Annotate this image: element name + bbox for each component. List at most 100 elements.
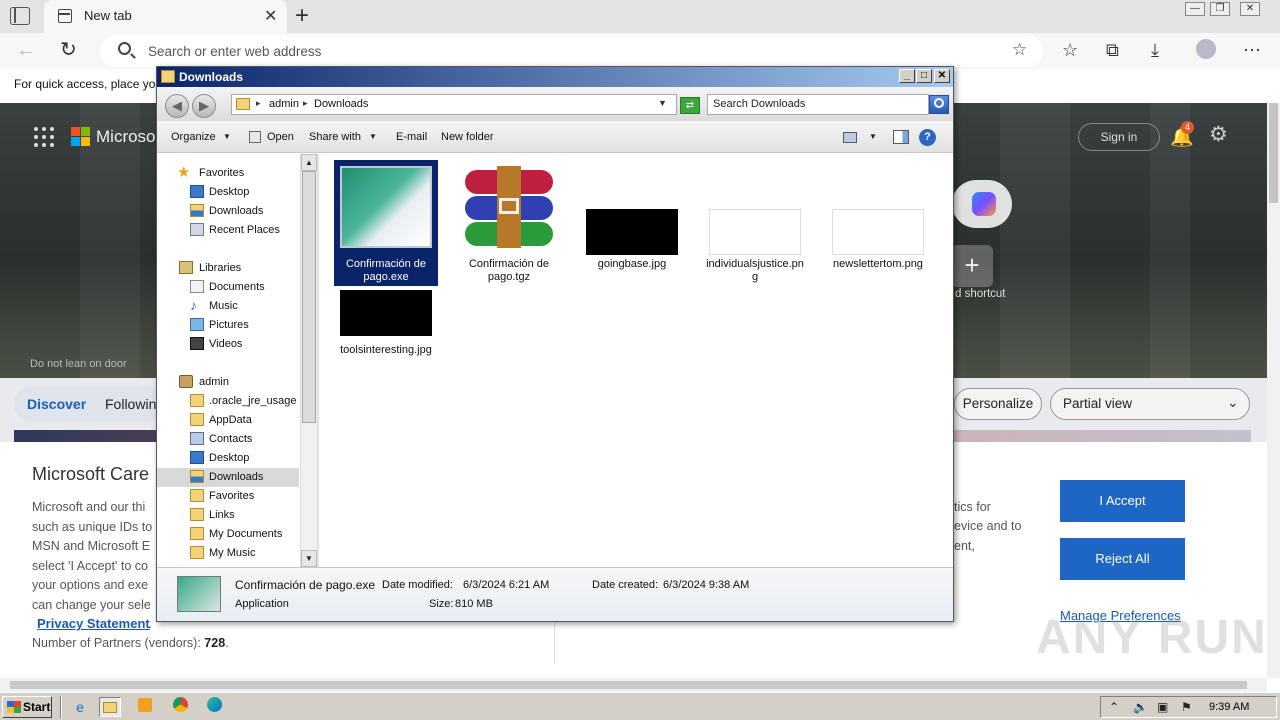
file-item[interactable]: Confirmación de pago.exe <box>334 160 438 286</box>
downloads-icon[interactable]: ⤓ <box>1151 40 1159 61</box>
forward-arrow-icon[interactable]: ▶ <box>192 94 216 118</box>
more-options-icon[interactable]: ⋯ <box>1243 40 1261 61</box>
add-shortcut-button[interactable]: + <box>951 245 993 287</box>
favorites-icon[interactable]: ☆ <box>1062 40 1078 61</box>
view-mode-select[interactable]: Partial view ⌄ <box>1050 388 1250 420</box>
internet-explorer-icon[interactable]: e <box>69 697 91 717</box>
maximize-button[interactable]: □ <box>916 69 932 83</box>
navigation-scrollbar[interactable]: ▲ ▼ <box>300 154 317 567</box>
file-item[interactable]: individualsjustice.png <box>703 160 807 286</box>
nav-user-admin[interactable]: admin <box>157 373 299 392</box>
network-icon[interactable]: ▣ <box>1157 700 1168 714</box>
email-button[interactable]: E-mail <box>396 131 427 143</box>
chevron-down-icon[interactable]: ▼ <box>369 132 377 141</box>
scrollbar-thumb[interactable] <box>1269 103 1278 203</box>
nav-downloads-user[interactable]: Downloads <box>157 468 299 487</box>
nav-documents[interactable]: Documents <box>157 278 299 297</box>
chrome-icon[interactable] <box>169 697 191 717</box>
nav-favorites-user[interactable]: Favorites <box>157 487 299 506</box>
restore-window-button[interactable]: ❐ <box>1210 2 1230 16</box>
scrollbar-thumb[interactable] <box>10 681 1247 689</box>
file-explorer-taskbar-icon[interactable] <box>99 697 121 717</box>
minimize-window-button[interactable]: — <box>1185 2 1205 16</box>
nav-pictures[interactable]: Pictures <box>157 316 299 335</box>
nav-my-documents[interactable]: My Documents <box>157 525 299 544</box>
nav-oracle-jre-usage[interactable]: .oracle_jre_usage <box>157 392 299 411</box>
refresh-icon[interactable]: ↻ <box>60 37 77 62</box>
nav-libraries[interactable]: Libraries <box>157 259 299 278</box>
collections-icon[interactable]: ⧉ <box>1106 40 1119 61</box>
nav-desktop[interactable]: Desktop <box>157 183 299 202</box>
profile-avatar-icon[interactable] <box>1196 39 1216 59</box>
chevron-down-icon[interactable]: ▼ <box>869 132 877 141</box>
organize-button[interactable]: Organize <box>171 131 216 143</box>
breadcrumb[interactable]: ▸ admin ▸ Downloads ▼ <box>231 94 677 115</box>
file-item[interactable]: goingbase.jpg <box>580 160 684 286</box>
reject-all-button[interactable]: Reject All <box>1060 538 1185 580</box>
sidebar-toggle-icon[interactable] <box>10 7 30 25</box>
app-launcher-icon[interactable] <box>34 127 54 147</box>
accept-button[interactable]: I Accept <box>1060 480 1185 522</box>
preview-pane-icon[interactable] <box>893 130 909 144</box>
chevron-right-icon[interactable]: ▸ <box>256 98 261 109</box>
show-hidden-icons-icon[interactable]: ⌃ <box>1109 700 1119 714</box>
page-horizontal-scrollbar[interactable] <box>0 678 1267 692</box>
tab-discover[interactable]: Discover <box>27 396 86 412</box>
settings-gear-icon[interactable]: ⚙ <box>1209 122 1228 147</box>
close-window-button[interactable]: ✕ <box>1240 2 1260 16</box>
file-item[interactable]: Confirmación de pago.tgz <box>457 160 561 286</box>
change-view-icon[interactable] <box>843 132 857 143</box>
close-tab-icon[interactable]: ✕ <box>264 6 277 26</box>
start-button[interactable]: Start <box>2 696 52 718</box>
nav-downloads[interactable]: Downloads <box>157 202 299 221</box>
new-folder-button[interactable]: New folder <box>441 131 494 143</box>
volume-icon[interactable]: 🔈 <box>1133 700 1148 714</box>
nav-contacts[interactable]: Contacts <box>157 430 299 449</box>
back-arrow-icon[interactable]: ◀ <box>165 94 189 118</box>
new-tab-button[interactable]: + <box>295 2 309 30</box>
file-item[interactable]: newslettertom.png <box>826 160 930 286</box>
address-bar[interactable]: Search or enter web address ☆ <box>100 35 1043 67</box>
nav-desktop-user[interactable]: Desktop <box>157 449 299 468</box>
tab-new-tab[interactable]: New tab ✕ <box>44 0 287 33</box>
breadcrumb-item[interactable]: admin <box>269 98 299 110</box>
nav-links[interactable]: Links <box>157 506 299 525</box>
media-player-icon[interactable] <box>134 697 156 717</box>
minimize-button[interactable]: _ <box>899 69 915 83</box>
page-vertical-scrollbar[interactable] <box>1267 103 1280 678</box>
personalize-button[interactable]: Personalize <box>954 388 1042 420</box>
clock[interactable]: 9:39 AM <box>1209 701 1249 713</box>
add-favorite-icon[interactable]: ☆ <box>1012 40 1027 60</box>
sign-in-button[interactable]: Sign in <box>1078 123 1160 151</box>
share-with-button[interactable]: Share with <box>309 131 361 143</box>
chevron-right-icon[interactable]: ▸ <box>303 98 308 109</box>
help-icon[interactable]: ? <box>919 129 936 146</box>
nav-my-music[interactable]: My Music <box>157 544 299 563</box>
privacy-statement-link[interactable]: Privacy Statement <box>37 616 150 631</box>
chevron-down-icon[interactable]: ▼ <box>658 98 667 108</box>
scroll-down-arrow-icon[interactable]: ▼ <box>301 550 317 567</box>
close-button[interactable]: ✕ <box>934 69 950 83</box>
nav-recent-places[interactable]: Recent Places <box>157 221 299 240</box>
copilot-button[interactable] <box>952 180 1012 228</box>
nav-videos[interactable]: Videos <box>157 335 299 354</box>
file-item[interactable]: toolsinteresting.jpg <box>334 290 438 416</box>
breadcrumb-item[interactable]: Downloads <box>314 98 368 110</box>
explorer-title-bar[interactable]: Downloads _ □ ✕ <box>157 67 953 87</box>
search-input[interactable]: Search Downloads <box>707 94 929 115</box>
open-icon[interactable] <box>249 131 261 143</box>
search-button[interactable] <box>929 95 949 114</box>
notification-badge: 4 <box>1181 121 1194 134</box>
action-center-flag-icon[interactable]: ⚑ <box>1181 700 1192 714</box>
tab-following[interactable]: Followin <box>105 396 156 412</box>
nav-music[interactable]: ♪ Music <box>157 297 299 316</box>
open-button[interactable]: Open <box>267 131 294 143</box>
scrollbar-thumb[interactable] <box>302 171 316 423</box>
edge-icon[interactable] <box>203 697 225 717</box>
nav-appdata[interactable]: AppData <box>157 411 299 430</box>
nav-favorites[interactable]: ★ Favorites <box>157 164 299 183</box>
chevron-down-icon[interactable]: ▼ <box>223 132 231 141</box>
scroll-up-arrow-icon[interactable]: ▲ <box>301 154 317 171</box>
back-arrow-icon[interactable]: ← <box>16 39 36 62</box>
refresh-go-button[interactable]: ⇄ <box>680 97 700 114</box>
